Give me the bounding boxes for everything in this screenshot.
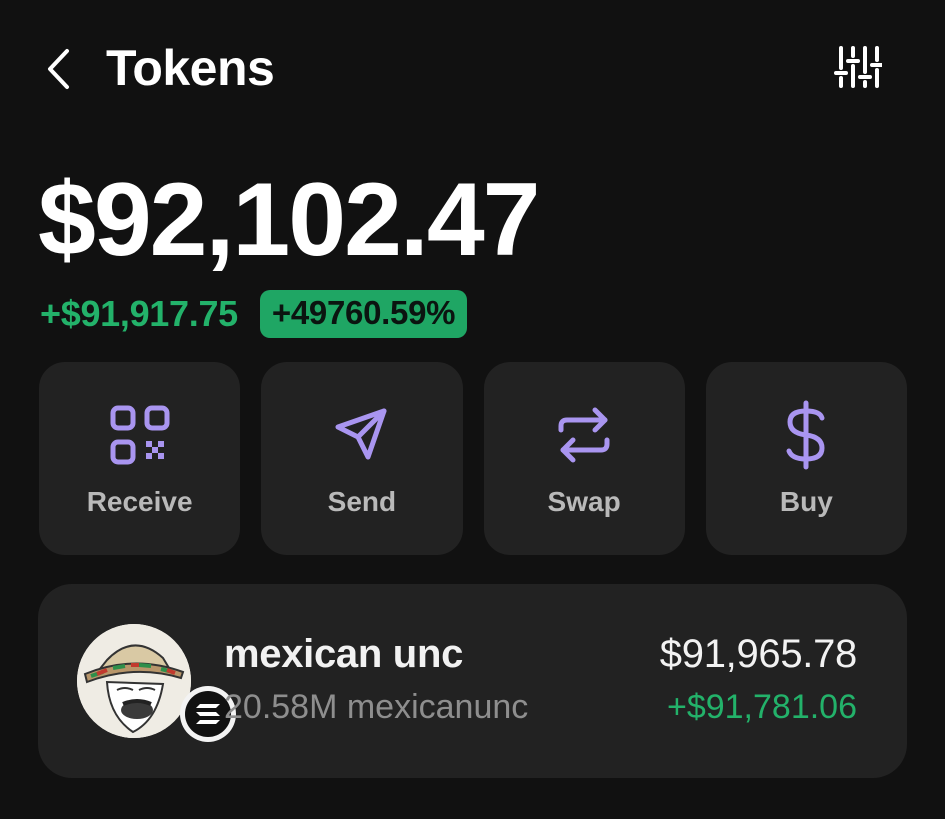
filter-button[interactable] [830,42,886,92]
token-row[interactable]: mexican unc 20.58M mexicanunc $91,965.78… [38,584,907,778]
swap-button[interactable]: Swap [483,362,685,555]
dollar-icon [771,400,841,470]
swap-icon [549,400,619,470]
qr-code-icon [105,400,175,470]
buy-label: Buy [779,486,833,517]
change-percent-badge: +49760.59% [259,290,468,338]
send-button[interactable]: Send [261,362,463,555]
token-change: +$91,781.06 [666,688,857,726]
page-title: Tokens [106,40,275,96]
send-icon [327,400,397,470]
token-amount: 20.58M mexicanunc [224,688,529,726]
portfolio-change: +$91,917.75 +49760.59% [40,290,468,338]
solana-icon [196,704,220,724]
token-name: mexican unc [224,632,464,676]
action-buttons: Receive Send Swap Buy [39,362,907,555]
change-amount: +$91,917.75 [40,293,238,334]
token-avatar [77,624,191,738]
receive-button[interactable]: Receive [39,362,241,555]
chevron-left-icon [48,49,69,89]
sliders-icon [834,46,882,88]
send-label: Send [327,486,397,517]
token-value: $91,965.78 [659,632,858,676]
header: Tokens [0,0,945,140]
back-button[interactable] [36,44,80,94]
portfolio-balance: $92,102.47 [38,162,541,278]
receive-label: Receive [86,486,193,517]
swap-label: Swap [547,486,621,517]
buy-button[interactable]: Buy [705,362,907,555]
